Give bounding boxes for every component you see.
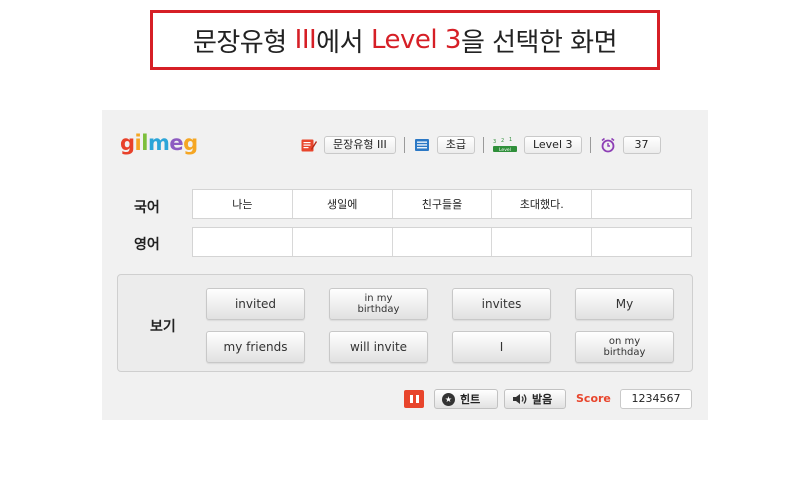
answer-slot[interactable] <box>393 228 493 256</box>
korean-word-cell: 생일에 <box>293 190 393 218</box>
choices-label: 보기 <box>150 319 176 335</box>
score-value: 1234567 <box>620 389 692 409</box>
answer-slot[interactable] <box>492 228 593 256</box>
timer-chip: 37 <box>622 136 661 154</box>
answer-slot[interactable] <box>592 228 691 256</box>
pause-button[interactable] <box>404 390 424 408</box>
divider <box>403 137 405 153</box>
pronounce-button[interactable]: 발음 <box>504 389 566 409</box>
level-stairs-icon: 3 2 1 Level <box>492 137 518 153</box>
choice-button[interactable]: invites <box>452 288 551 320</box>
score-label: Score <box>576 392 611 405</box>
choice-button[interactable]: in my birthday <box>329 288 428 320</box>
hint-label: 힌트 <box>460 393 481 406</box>
pencil-note-icon <box>300 137 318 153</box>
level-chip: Level 3 <box>523 136 582 154</box>
answer-slot[interactable] <box>193 228 293 256</box>
svg-text:Level: Level <box>499 147 511 153</box>
korean-word-cell <box>592 190 691 218</box>
choice-button[interactable]: My <box>575 288 674 320</box>
choice-button[interactable]: invited <box>206 288 305 320</box>
svg-text:2: 2 <box>501 138 504 144</box>
english-answer-row <box>192 227 692 257</box>
korean-row-label: 국어 <box>134 200 160 216</box>
pause-icon <box>409 395 413 403</box>
star-hint-icon: ★ <box>442 392 455 406</box>
banner-text-selected: 을 선택한 화면 <box>460 27 618 58</box>
banner-text-sentence-type: 문장유형 <box>192 27 287 58</box>
choice-button[interactable]: my friends <box>206 331 305 363</box>
game-panel: gilmeg 문장유형 III 초급 3 2 1 Level Level 3 3… <box>102 110 708 420</box>
english-row-label: 영어 <box>134 237 160 253</box>
divider <box>589 137 591 153</box>
alarm-clock-icon <box>599 137 617 153</box>
korean-word-cell: 친구들을 <box>393 190 493 218</box>
korean-word-cell: 초대했다. <box>492 190 593 218</box>
difficulty-chip: 초급 <box>436 136 475 154</box>
status-bar: 문장유형 III 초급 3 2 1 Level Level 3 37 <box>300 134 661 156</box>
banner-text-in: 에서 <box>316 27 364 58</box>
korean-sentence-row: 나는 생일에 친구들을 초대했다. <box>192 189 692 219</box>
choice-button[interactable]: on my birthday <box>575 331 674 363</box>
svg-text:3: 3 <box>493 139 496 145</box>
speaker-icon <box>512 393 528 405</box>
sentence-type-chip: 문장유형 III <box>324 136 396 154</box>
hint-button[interactable]: ★ 힌트 <box>434 389 498 409</box>
banner-roman-numeral: III <box>294 25 317 55</box>
banner-level: Level 3 <box>371 25 461 55</box>
korean-word-cell: 나는 <box>193 190 293 218</box>
divider <box>482 137 484 153</box>
choice-button[interactable]: I <box>452 331 551 363</box>
choices-panel: 보기 invited in my birthday invites My my f… <box>117 274 693 372</box>
svg-text:1: 1 <box>509 137 512 143</box>
choice-button[interactable]: will invite <box>329 331 428 363</box>
book-icon <box>413 137 431 153</box>
pronounce-label: 발음 <box>532 393 553 406</box>
gilmeg-logo: gilmeg <box>120 131 198 155</box>
answer-slot[interactable] <box>293 228 393 256</box>
title-banner: 문장유형 III 에서 Level 3 을 선택한 화면 <box>150 10 660 70</box>
